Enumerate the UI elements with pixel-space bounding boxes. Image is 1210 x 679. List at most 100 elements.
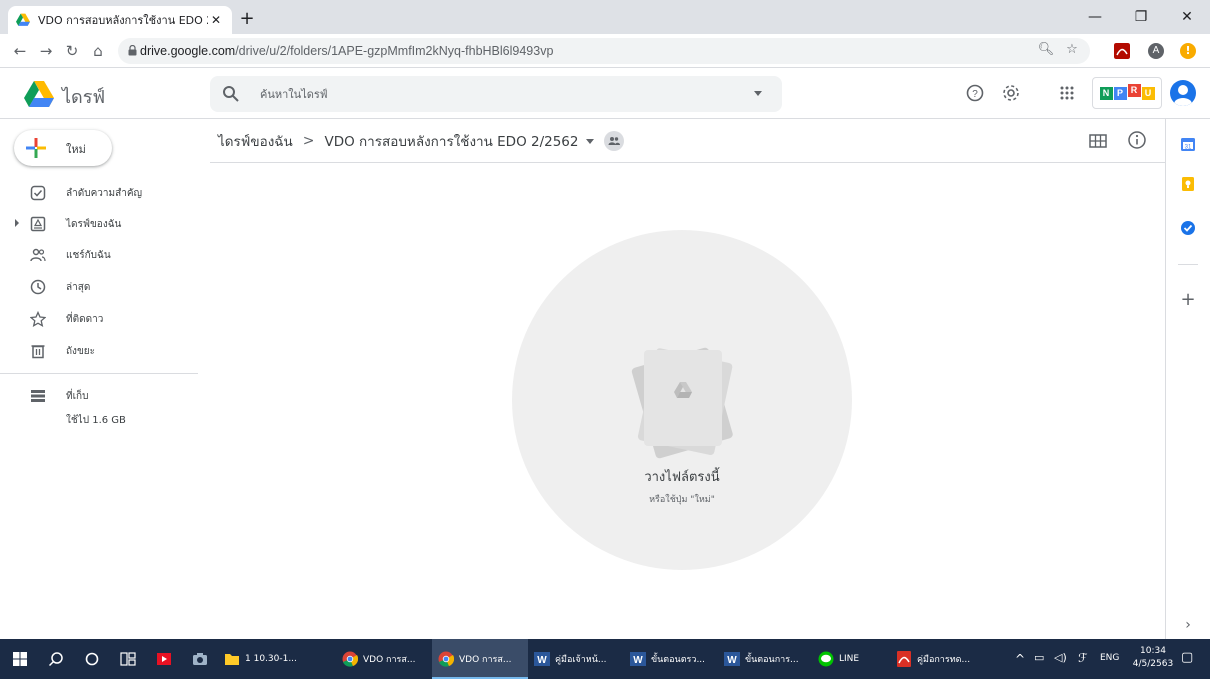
input-language[interactable]: ENG [1100,653,1119,663]
sidebar-item-storage[interactable]: ที่เก็บ [0,383,200,409]
empty-folder-illustration [631,347,733,459]
plus-icon [26,138,46,158]
svg-text:W: W [727,655,737,666]
sidebar-item-starred[interactable]: ที่ติดดาว [0,306,200,332]
sidebar-item-label: ที่เก็บ [66,391,89,402]
volume-icon[interactable]: ◁) [1054,651,1067,664]
address-bar[interactable]: drive.google.com/drive/u/2/folders/1APE-… [118,38,1090,64]
windows-taskbar: 1 10.30-1... VDO การส... VDO การส... W ค… [0,639,1210,679]
close-tab-icon[interactable]: ✕ [208,12,224,28]
drive-header: ไดรฟ์ ? N P R U [0,68,1210,119]
search-options-icon[interactable] [754,91,762,96]
home-icon[interactable]: ⌂ [86,39,110,63]
settings-gear-icon[interactable] [999,81,1023,105]
minimize-window-icon[interactable]: — [1072,0,1118,34]
cortana-icon[interactable] [74,639,110,679]
taskbar-app-word[interactable]: W ขั้นตอนตรว... [624,639,718,679]
breadcrumb-current-folder[interactable]: VDO การสอบหลังการใช้งาน EDO 2/2562 [324,130,578,152]
camera-app-icon[interactable] [182,639,218,679]
my-drive-icon [30,216,46,232]
zoom-icon[interactable]: 🔍︎ [1034,38,1058,62]
search-icon[interactable] [222,85,240,103]
line-icon [818,651,834,667]
acrobat-extension-icon[interactable] [1114,43,1130,59]
svg-text:W: W [633,655,643,666]
pdf-icon [897,651,911,667]
tasks-icon[interactable] [1179,219,1197,237]
sidebar-item-recent[interactable]: ล่าสุด [0,274,200,300]
google-drive-logo-icon[interactable] [24,81,54,107]
browser-tab[interactable]: VDO การสอบหลังการใช้งาน EDO 2/2 ✕ [8,6,232,34]
grid-view-icon[interactable] [1088,131,1108,151]
reload-icon[interactable]: ↻ [60,39,84,63]
browser-tab-strip: VDO การสอบหลังการใช้งาน EDO 2/2 ✕ + — ❐ … [0,0,1210,34]
new-button-label: ใหม่ [66,143,86,156]
clock-date: 4/5/2563 [1132,659,1174,669]
taskbar-app-label: คู่มือเจ้าหน้... [555,655,607,665]
new-tab-icon[interactable]: + [236,8,258,30]
file-drop-zone[interactable]: วางไฟล์ตรงนี้ หรือใช้ปุ่ม "ใหม่" [512,230,852,570]
sidebar-item-label: ไดรฟ์ของฉัน [66,219,122,230]
folder-icon [225,654,239,665]
restore-window-icon[interactable]: ❐ [1118,0,1164,34]
shared-with-me-icon [30,248,46,262]
help-icon[interactable]: ? [963,81,987,105]
back-icon[interactable]: ← [8,39,32,63]
notifications-icon[interactable]: ▢ [1181,650,1193,665]
word-icon: W [724,652,740,666]
windows-start-icon[interactable] [2,639,38,679]
taskbar-app-chrome[interactable]: VDO การส... [336,639,432,679]
folder-menu-icon[interactable] [586,138,595,144]
breadcrumb-my-drive[interactable]: ไดรฟ์ของฉัน [218,130,293,152]
taskbar-app-word[interactable]: W คู่มือเจ้าหน้... [528,639,624,679]
sidebar-item-label: ล่าสุด [66,282,91,293]
sidebar-item-shared-with-me[interactable]: แชร์กับฉัน [0,242,200,268]
search-input[interactable] [260,84,740,104]
chrome-icon [438,651,454,667]
content-divider [210,162,1165,163]
google-drive-favicon-icon [16,13,30,26]
task-view-icon[interactable] [110,639,146,679]
expand-arrow-icon[interactable] [15,219,19,227]
svg-text:31: 31 [1185,145,1192,151]
org-logo-letter: U [1141,86,1155,100]
calendar-icon[interactable]: 31 [1179,135,1197,153]
sidebar-item-trash[interactable]: ถังขยะ [0,338,200,364]
org-logo-letter: N [1099,86,1113,100]
taskbar-app-label: ขั้นตอนตรว... [651,655,706,665]
svg-text:?: ? [972,89,978,100]
taskbar-app-folder[interactable]: 1 10.30-1... [218,639,336,679]
keep-icon[interactable] [1179,175,1197,193]
forward-icon[interactable]: → [34,39,58,63]
close-window-icon[interactable]: ✕ [1164,0,1210,34]
organization-logo[interactable]: N P R U [1092,77,1162,109]
apps-grid-icon[interactable] [1055,81,1079,105]
sidebar-item-my-drive[interactable]: ไดรฟ์ของฉัน [0,211,200,237]
taskbar-search-icon[interactable] [38,639,74,679]
media-app-icon[interactable] [146,639,182,679]
sidebar-item-priority[interactable]: ลำดับความสำคัญ [0,180,200,206]
taskbar-app-pdf[interactable]: คู่มือการทด... [890,639,1012,679]
sidebar-item-label: ถังขยะ [66,346,96,357]
account-avatar[interactable] [1170,80,1196,106]
word-icon: W [630,652,646,666]
sidebar-item-label: ลำดับความสำคัญ [66,188,143,199]
clock-time: 10:34 [1140,646,1166,656]
browser-tab-title: VDO การสอบหลังการใช้งาน EDO 2/2 [38,14,208,27]
update-alert-icon[interactable]: ! [1180,43,1196,59]
sidebar-item-label: แชร์กับฉัน [66,250,111,261]
show-hidden-icons-icon[interactable]: ^ [1015,652,1025,666]
info-icon[interactable] [1127,130,1147,150]
bookmark-star-icon[interactable]: ☆ [1060,38,1084,62]
add-addon-icon[interactable]: + [1179,291,1197,309]
collapse-panel-icon[interactable]: › [1179,616,1197,634]
taskbar-clock[interactable]: 10:34 4/5/2563 [1128,645,1178,671]
new-button[interactable]: ใหม่ [14,130,112,166]
profile-avatar[interactable]: A [1148,43,1164,59]
network-icon[interactable]: ▭ [1034,651,1044,664]
taskbar-app-word[interactable]: W ขั้นตอนการ... [718,639,812,679]
taskbar-app-line[interactable]: LINE [812,639,886,679]
side-panel-divider [1178,264,1198,265]
pen-ink-icon[interactable]: ℱ [1078,651,1087,665]
taskbar-app-chrome-active[interactable]: VDO การส... [432,639,528,679]
